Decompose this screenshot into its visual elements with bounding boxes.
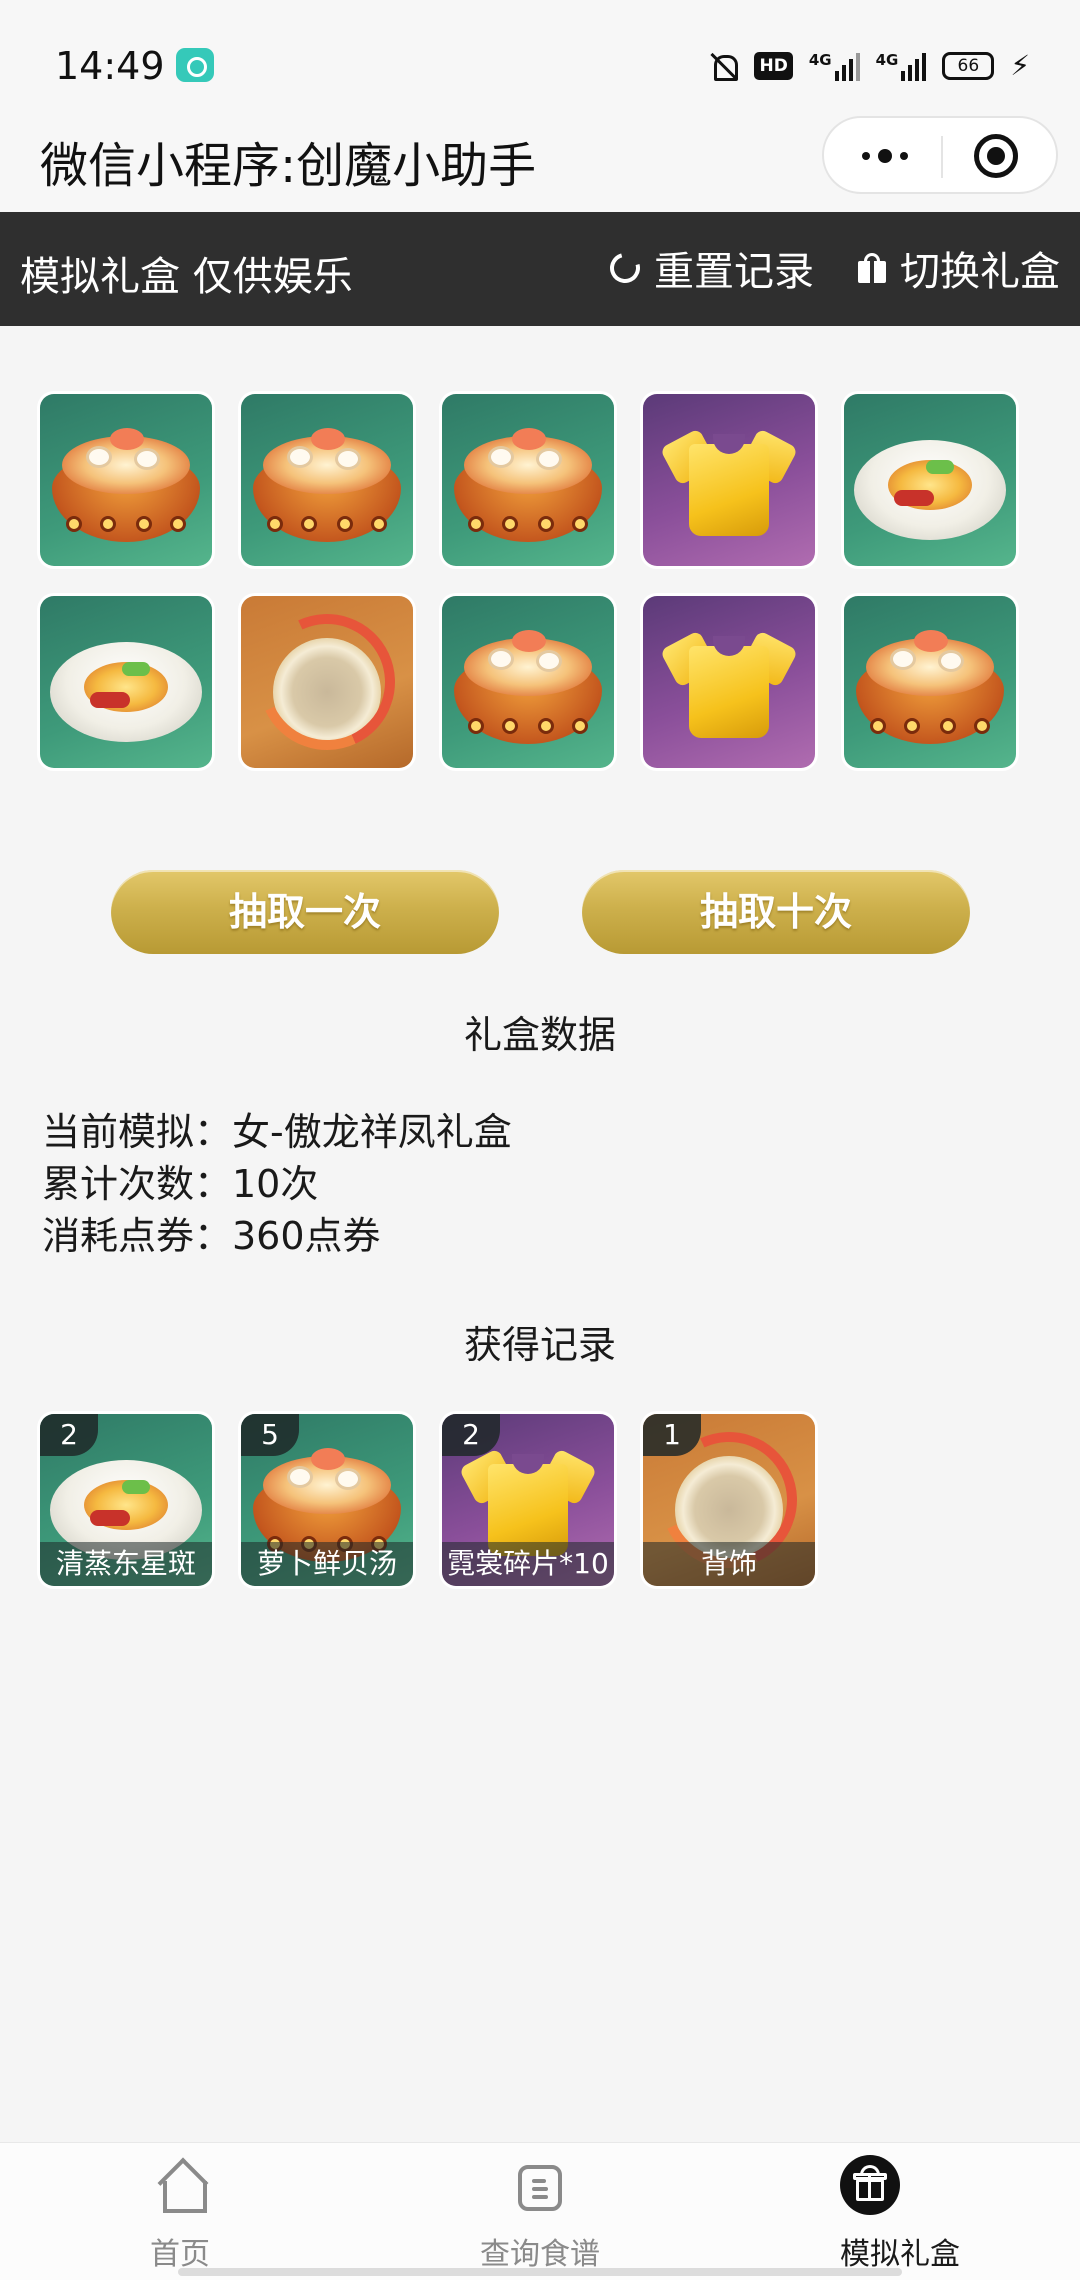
signal-icon-1: 4G bbox=[809, 51, 860, 81]
page: 14:49 HD 4G 4G 66 ⚡ 微信小程序:创魔小助手 模拟礼盒 仅供娱… bbox=[0, 0, 1080, 2280]
current-simulation: 当前模拟：女-傲龙祥凤礼盒 bbox=[42, 1110, 512, 1154]
item-tile[interactable] bbox=[844, 596, 1016, 768]
shirt-icon bbox=[659, 622, 799, 742]
tab-gift-box-label: 模拟礼盒 bbox=[840, 2237, 960, 2272]
mini-program-title-bar: 微信小程序:创魔小助手 bbox=[0, 108, 1080, 212]
record-item[interactable]: 2 清蒸东星斑 bbox=[40, 1414, 212, 1586]
record-label: 清蒸东星斑 bbox=[40, 1542, 212, 1586]
hd-badge: HD bbox=[754, 52, 793, 80]
soup-icon bbox=[52, 424, 200, 542]
soup-icon bbox=[856, 626, 1004, 744]
draw-once-button[interactable]: 抽取一次 bbox=[111, 870, 499, 954]
fish-plate-icon bbox=[854, 420, 1006, 544]
status-time: 14:49 bbox=[55, 44, 165, 88]
drawn-items-grid bbox=[40, 394, 1040, 798]
gift-icon bbox=[858, 253, 886, 283]
more-options-button[interactable] bbox=[852, 118, 922, 192]
item-tile[interactable] bbox=[442, 596, 614, 768]
grid-row bbox=[40, 596, 1040, 768]
item-tile[interactable] bbox=[643, 394, 815, 566]
page-title: 微信小程序:创魔小助手 bbox=[40, 138, 537, 194]
signal-icon-2: 4G bbox=[876, 51, 927, 81]
tab-gift-box[interactable]: 模拟礼盒 bbox=[720, 2143, 1080, 2280]
item-tile[interactable] bbox=[40, 596, 212, 768]
refresh-icon bbox=[604, 247, 646, 289]
capsule-divider bbox=[941, 136, 943, 178]
notification-app-icon bbox=[176, 48, 214, 82]
obtained-records-heading: 获得记录 bbox=[463, 1323, 616, 1367]
record-label: 背饰 bbox=[643, 1542, 815, 1586]
home-indicator[interactable] bbox=[178, 2268, 902, 2276]
tab-recipes[interactable]: 查询食谱 bbox=[360, 2143, 720, 2280]
record-item[interactable]: 1 背饰 bbox=[643, 1414, 815, 1586]
coupons-spent: 消耗点券：360点券 bbox=[42, 1214, 381, 1258]
item-tile[interactable] bbox=[844, 394, 1016, 566]
soup-icon bbox=[454, 626, 602, 744]
gift-box-data-heading: 礼盒数据 bbox=[463, 1013, 616, 1057]
tab-recipes-label: 查询食谱 bbox=[480, 2237, 600, 2272]
item-tile[interactable] bbox=[40, 394, 212, 566]
item-tile[interactable] bbox=[643, 596, 815, 768]
battery-icon: 66 bbox=[942, 52, 995, 80]
header-title: 模拟礼盒 仅供娱乐 bbox=[20, 254, 353, 300]
accessory-icon bbox=[241, 596, 413, 768]
switch-gift-box-button[interactable]: 切换礼盒 bbox=[858, 240, 1060, 296]
item-tile[interactable] bbox=[241, 394, 413, 566]
record-label: 萝卜鲜贝汤 bbox=[241, 1542, 413, 1586]
reset-records-label: 重置记录 bbox=[654, 249, 814, 295]
home-icon bbox=[159, 2163, 207, 2213]
reset-records-button[interactable]: 重置记录 bbox=[604, 240, 814, 296]
draw-ten-button[interactable]: 抽取十次 bbox=[582, 870, 970, 954]
soup-icon bbox=[253, 424, 401, 542]
bottom-tab-bar: 首页 查询食谱 模拟礼盒 bbox=[0, 2142, 1080, 2280]
item-tile[interactable] bbox=[442, 394, 614, 566]
charging-icon: ⚡ bbox=[1010, 49, 1030, 82]
close-mini-program-button[interactable] bbox=[974, 134, 1018, 178]
record-label: 霓裳碎片*10 bbox=[442, 1542, 614, 1586]
recipe-icon bbox=[518, 2165, 562, 2211]
record-item[interactable]: 2 霓裳碎片*10 bbox=[442, 1414, 614, 1586]
obtained-records-list: 2 清蒸东星斑 5 萝卜鲜贝汤 2 霓裳碎片*10 1 背饰 bbox=[40, 1414, 815, 1586]
total-draw-count: 累计次数：10次 bbox=[42, 1162, 319, 1206]
tab-home[interactable]: 首页 bbox=[0, 2143, 360, 2280]
status-icons: HD 4G 4G 66 ⚡ bbox=[708, 48, 1030, 84]
item-tile[interactable] bbox=[241, 596, 413, 768]
shirt-icon bbox=[659, 420, 799, 540]
mute-icon bbox=[708, 51, 739, 81]
gift-icon bbox=[840, 2155, 900, 2215]
tab-home-label: 首页 bbox=[150, 2237, 210, 2272]
gift-box-stats: 当前模拟：女-傲龙祥凤礼盒 累计次数：10次 消耗点券：360点券 bbox=[42, 1106, 512, 1262]
grid-row bbox=[40, 394, 1040, 566]
capsule-menu bbox=[822, 116, 1058, 194]
record-item[interactable]: 5 萝卜鲜贝汤 bbox=[241, 1414, 413, 1586]
fish-plate-icon bbox=[50, 622, 202, 746]
switch-gift-box-label: 切换礼盒 bbox=[900, 249, 1060, 295]
soup-icon bbox=[454, 424, 602, 542]
gift-box-header: 模拟礼盒 仅供娱乐 重置记录 切换礼盒 bbox=[0, 212, 1080, 326]
